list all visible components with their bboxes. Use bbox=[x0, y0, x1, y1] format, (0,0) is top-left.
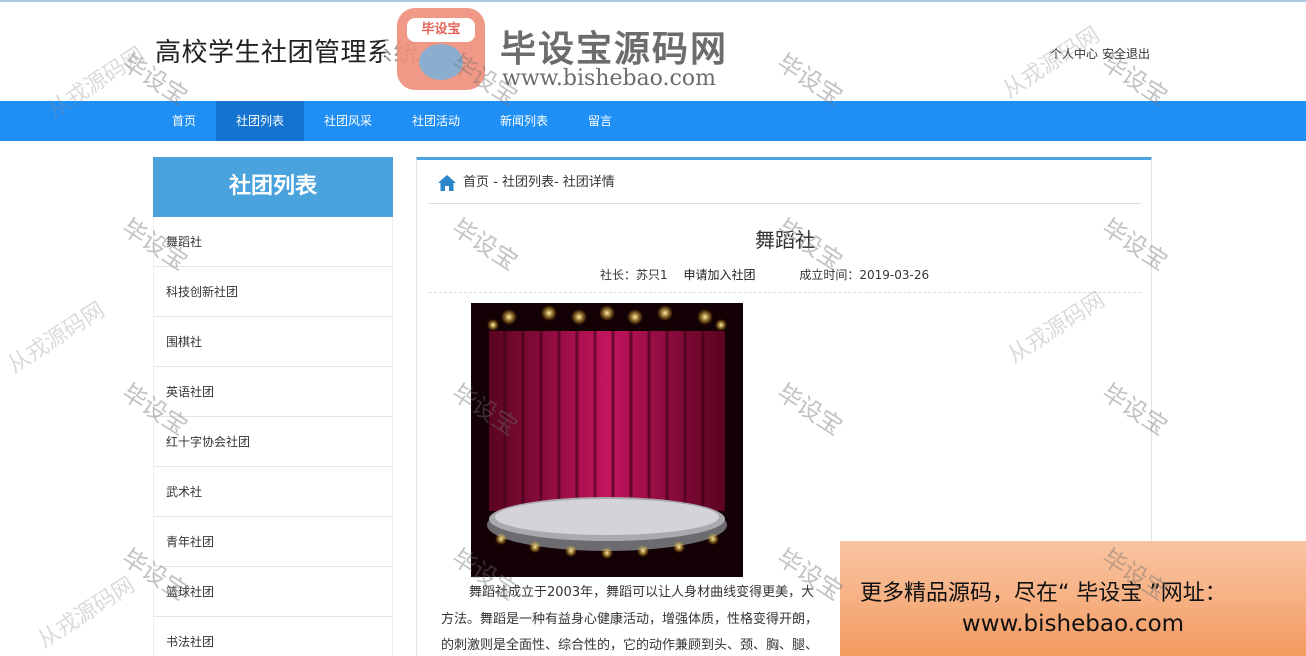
divider bbox=[429, 292, 1141, 293]
description-line-3: 的刺激则是全面性、综合性的，它的动作兼顾到头、颈、胸、腿、 bbox=[441, 638, 819, 653]
sidebar-title: 社团列表 bbox=[153, 157, 393, 217]
breadcrumb: 首页 - 社团列表- 社团详情 bbox=[437, 170, 615, 196]
sidebar-item-red-cross[interactable]: 红十字协会社团 bbox=[153, 417, 393, 467]
sidebar-item-english[interactable]: 英语社团 bbox=[153, 367, 393, 417]
leader-value: 苏只1 bbox=[636, 268, 668, 282]
sidebar-item-go[interactable]: 围棋社 bbox=[153, 317, 393, 367]
logo-url: www.bishebao.com bbox=[502, 66, 716, 91]
promo-url: www.bishebao.com bbox=[961, 611, 1185, 637]
club-meta: 社长：苏只1 申请加入社团 成立时间：2019-03-26 bbox=[600, 266, 929, 283]
nav-news-list[interactable]: 新闻列表 bbox=[480, 101, 568, 141]
watermark-secondary: 从戎源码网 bbox=[3, 297, 110, 379]
home-icon bbox=[438, 174, 456, 191]
sidebar-item-youth[interactable]: 青年社团 bbox=[153, 517, 393, 567]
sidebar: 社团列表 舞蹈社 科技创新社团 围棋社 英语社团 红十字协会社团 武术社 青年社… bbox=[153, 157, 393, 656]
nav-club-activities[interactable]: 社团活动 bbox=[392, 101, 480, 141]
logo-name: 毕设宝源码网 bbox=[500, 29, 729, 70]
logout-link[interactable]: 安全退出 bbox=[1102, 47, 1150, 61]
promo-text: 更多精品源码，尽在“ 毕设宝 ”网址： bbox=[860, 581, 1227, 606]
founded-date: 2019-03-26 bbox=[859, 268, 930, 282]
description-line-2: 方法。舞蹈是一种有益身心健康活动，增强体质，性格变得开朗， bbox=[441, 612, 819, 627]
logo-banner: 毕设宝 毕设宝源码网 www.bishebao.com bbox=[385, 2, 780, 102]
logo-face-icon bbox=[419, 44, 463, 80]
watermark-secondary: 从戎源码网 bbox=[33, 572, 140, 654]
logo-badge-icon: 毕设宝 bbox=[397, 8, 485, 90]
divider bbox=[429, 203, 1141, 204]
sidebar-item-basketball[interactable]: 篮球社团 bbox=[153, 567, 393, 617]
sidebar-item-calligraphy[interactable]: 书法社团 bbox=[153, 617, 393, 656]
sidebar-item-tech[interactable]: 科技创新社团 bbox=[153, 267, 393, 317]
site-title: 高校学生社团管理系统 bbox=[155, 38, 421, 68]
leader-label: 社长： bbox=[600, 268, 637, 282]
club-image bbox=[471, 303, 743, 577]
sidebar-item-dance[interactable]: 舞蹈社 bbox=[153, 217, 393, 267]
nav-club-showcase[interactable]: 社团风采 bbox=[304, 101, 392, 141]
main-nav: 首页 社团列表 社团风采 社团活动 新闻列表 留言 bbox=[0, 101, 1306, 141]
description-line-1: 舞蹈社成立于2003年，舞蹈可以让人身材曲线变得更美，大 bbox=[469, 585, 815, 600]
nav-home[interactable]: 首页 bbox=[152, 101, 216, 141]
stage-curtain-image bbox=[471, 303, 743, 577]
sidebar-item-martial-arts[interactable]: 武术社 bbox=[153, 467, 393, 517]
join-club-link[interactable]: 申请加入社团 bbox=[683, 268, 755, 282]
nav-club-list[interactable]: 社团列表 bbox=[216, 101, 304, 141]
breadcrumb-text: 首页 - 社团列表- 社团详情 bbox=[463, 175, 615, 190]
club-title: 舞蹈社 bbox=[755, 228, 815, 252]
header-links: 个人中心 安全退出 bbox=[1050, 45, 1154, 62]
nav-messages[interactable]: 留言 bbox=[568, 101, 632, 141]
user-center-link[interactable]: 个人中心 bbox=[1050, 47, 1098, 61]
logo-badge-text: 毕设宝 bbox=[407, 18, 475, 42]
promo-banner[interactable]: 更多精品源码，尽在“ 毕设宝 ”网址： www.bishebao.com bbox=[840, 541, 1306, 656]
founded-label: 成立时间： bbox=[799, 268, 860, 282]
